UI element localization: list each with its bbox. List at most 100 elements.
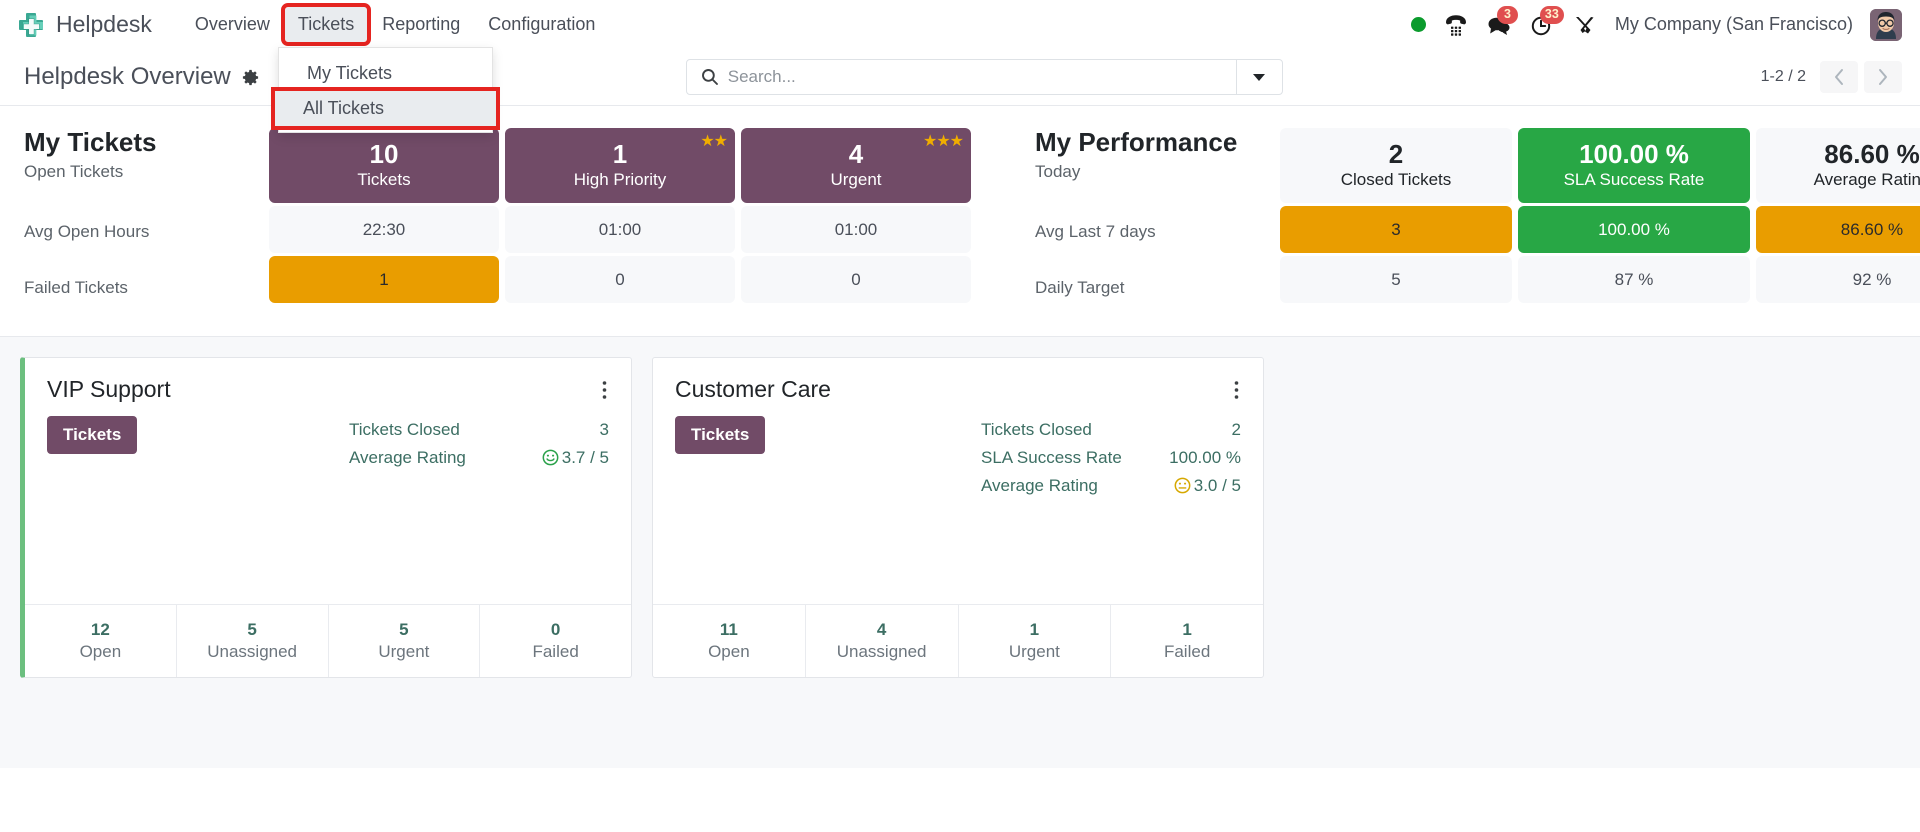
footer-number: 12 <box>90 619 110 639</box>
wrench-tools-icon[interactable] <box>1572 13 1598 37</box>
team-card-customer-care[interactable]: Customer Care Tickets Tickets Closed 2 S… <box>652 356 1264 678</box>
vip-tickets-button[interactable]: Tickets <box>47 415 138 454</box>
tile-value: 1 <box>612 138 628 169</box>
tile-caption: Tickets <box>357 170 411 190</box>
my-tickets-labels: My Tickets Open Tickets Avg Open Hours F… <box>24 127 269 316</box>
tile-value: 10 <box>369 138 399 169</box>
footer-cell-urgent[interactable]: 5 Urgent <box>329 604 481 677</box>
tile-caption: Closed Tickets <box>1340 170 1452 190</box>
footer-cell-failed[interactable]: 1 Failed <box>1111 605 1263 677</box>
nav-item-reporting[interactable]: Reporting <box>369 7 473 42</box>
footer-label: Unassigned <box>207 641 298 661</box>
green-status-dot[interactable] <box>1410 17 1426 32</box>
brand-name: Helpdesk <box>56 11 152 37</box>
stat-value: 3.7 / 5 <box>561 447 609 467</box>
footer-cell-urgent[interactable]: 1 Urgent <box>959 604 1112 677</box>
company-selector[interactable]: My Company (San Francisco) <box>1615 14 1853 35</box>
footer-cell-open[interactable]: 12 Open <box>25 604 177 677</box>
pager-next-button[interactable] <box>1864 61 1902 93</box>
dropdown-item-my-tickets[interactable]: My Tickets <box>279 56 492 91</box>
tile-caption: Urgent <box>830 170 882 190</box>
helpdesk-cross-logo[interactable] <box>16 10 46 40</box>
tile-failed-tickets[interactable]: 1 <box>269 256 499 303</box>
customer-care-stats-list: Tickets Closed 2 SLA Success Rate 100.00… <box>981 416 1241 604</box>
tile-open-tickets[interactable]: 10 Tickets <box>269 128 499 203</box>
my-tickets-column-urgent: ★★★ 4 Urgent 01:00 0 <box>741 128 971 316</box>
performance-column-rating: 86.60 % Average Rating 86.60 % 92 % <box>1756 128 1920 316</box>
gear-icon[interactable] <box>241 68 260 87</box>
tile-avg-open-hours-high[interactable]: 01:00 <box>505 206 735 253</box>
tile-target-sla[interactable]: 87 % <box>1518 256 1750 303</box>
footer-number: 5 <box>247 619 257 639</box>
search-options-toggle[interactable] <box>1235 60 1282 94</box>
stat-row-average-rating[interactable]: Average Rating 3.7 / 5 <box>349 444 609 472</box>
footer-cell-unassigned[interactable]: 4 Unassigned <box>806 604 959 677</box>
tile-failed-urgent[interactable]: 0 <box>741 256 971 303</box>
stat-row-average-rating[interactable]: Average Rating 3.0 / 5 <box>981 472 1241 500</box>
footer-cell-unassigned[interactable]: 5 Unassigned <box>177 604 329 677</box>
tile-avg7-rating[interactable]: 86.60 % <box>1756 206 1920 253</box>
tile-urgent[interactable]: ★★★ 4 Urgent <box>741 128 971 203</box>
tile-avg7-closed[interactable]: 3 <box>1280 206 1512 253</box>
clock-activity-icon[interactable]: 33 <box>1529 5 1564 37</box>
footer-label: Urgent <box>1008 641 1060 661</box>
footer-cell-failed[interactable]: 0 Failed <box>480 605 631 677</box>
card-header: VIP Support <box>25 358 631 404</box>
tile-avg-open-hours-urgent[interactable]: 01:00 <box>741 206 971 253</box>
stat-row-tickets-closed[interactable]: Tickets Closed 3 <box>349 416 609 444</box>
my-performance-columns: 2 Closed Tickets 3 5 100.00 % SLA Succes… <box>1280 128 1920 316</box>
my-performance-row-label-avg7: Avg Last 7 days <box>1035 221 1156 241</box>
dropdown-item-all-tickets[interactable]: All Tickets <box>275 91 496 126</box>
stat-row-tickets-closed[interactable]: Tickets Closed 2 <box>981 416 1241 444</box>
tile-target-rating[interactable]: 92 % <box>1756 256 1920 303</box>
nav-item-configuration[interactable]: Configuration <box>475 7 608 42</box>
vertical-dots-icon[interactable] <box>596 376 613 404</box>
phone-dialpad-icon[interactable] <box>1443 13 1469 37</box>
customer-care-tickets-button[interactable]: Tickets <box>675 415 766 454</box>
card-body: Tickets Tickets Closed 2 SLA Success Rat… <box>653 404 1263 604</box>
page-title: Helpdesk Overview <box>24 63 231 90</box>
nav-item-tickets[interactable]: Tickets <box>284 7 368 42</box>
tickets-menu-highlight: Tickets <box>280 3 372 46</box>
tile-closed-tickets[interactable]: 2 Closed Tickets <box>1280 128 1512 203</box>
stat-value-wrap: 3.0 / 5 <box>1174 476 1241 496</box>
tile-value: 100.00 % <box>1579 138 1689 169</box>
tile-sla-success-rate[interactable]: 100.00 % SLA Success Rate <box>1518 128 1750 203</box>
my-tickets-block: My Tickets Open Tickets Avg Open Hours F… <box>24 127 971 316</box>
chat-bubble-icon[interactable]: 3 <box>1486 5 1518 37</box>
footer-label: Urgent <box>378 641 430 661</box>
top-navbar: Helpdesk Overview Tickets Reporting Conf… <box>0 0 1920 133</box>
footer-label: Unassigned <box>836 641 927 661</box>
pager-previous-button[interactable] <box>1820 61 1858 93</box>
tile-target-closed[interactable]: 5 <box>1280 256 1512 303</box>
tile-average-rating[interactable]: 86.60 % Average Rating <box>1756 128 1920 203</box>
vertical-dots-icon[interactable] <box>1228 376 1245 404</box>
my-performance-block: My Performance Today Avg Last 7 days Dai… <box>1035 127 1920 316</box>
user-avatar[interactable] <box>1870 8 1902 41</box>
team-card-vip-support[interactable]: VIP Support Tickets Tickets Closed 3 Ave… <box>20 356 632 678</box>
tile-avg7-sla[interactable]: 100.00 % <box>1518 206 1750 253</box>
high-priority-stars-icon: ★★ <box>700 133 728 150</box>
tile-value: 86.60 % <box>1824 138 1920 169</box>
tile-caption: High Priority <box>573 170 667 190</box>
main-menu: Overview Tickets Reporting Configuration <box>182 3 608 46</box>
search-input[interactable] <box>727 67 1236 87</box>
performance-column-sla: 100.00 % SLA Success Rate 100.00 % 87 % <box>1518 128 1750 316</box>
my-performance-labels: My Performance Today Avg Last 7 days Dai… <box>1035 127 1280 316</box>
tile-avg-open-hours[interactable]: 22:30 <box>269 206 499 253</box>
pager-count: 1-2 / 2 <box>1760 68 1806 85</box>
tile-value: 2 <box>1388 138 1404 169</box>
vip-stats-list: Tickets Closed 3 Average Rating 3.7 / 5 <box>349 416 609 604</box>
tickets-dropdown-menu: My Tickets All Tickets <box>271 47 500 133</box>
my-performance-title: My Performance <box>1035 127 1238 157</box>
tile-failed-high[interactable]: 0 <box>505 256 735 303</box>
footer-label: Open <box>79 641 122 661</box>
search-bar[interactable] <box>685 59 1283 95</box>
footer-cell-open[interactable]: 11 Open <box>653 604 806 677</box>
nav-item-overview[interactable]: Overview <box>182 7 283 42</box>
my-tickets-row-label-open: Open Tickets <box>24 161 124 181</box>
stat-key: Tickets Closed <box>981 419 1092 439</box>
tile-high-priority[interactable]: ★★ 1 High Priority <box>505 128 735 203</box>
stat-row-sla-success-rate[interactable]: SLA Success Rate 100.00 % <box>981 444 1241 472</box>
pager: 1-2 / 2 <box>1761 61 1902 93</box>
